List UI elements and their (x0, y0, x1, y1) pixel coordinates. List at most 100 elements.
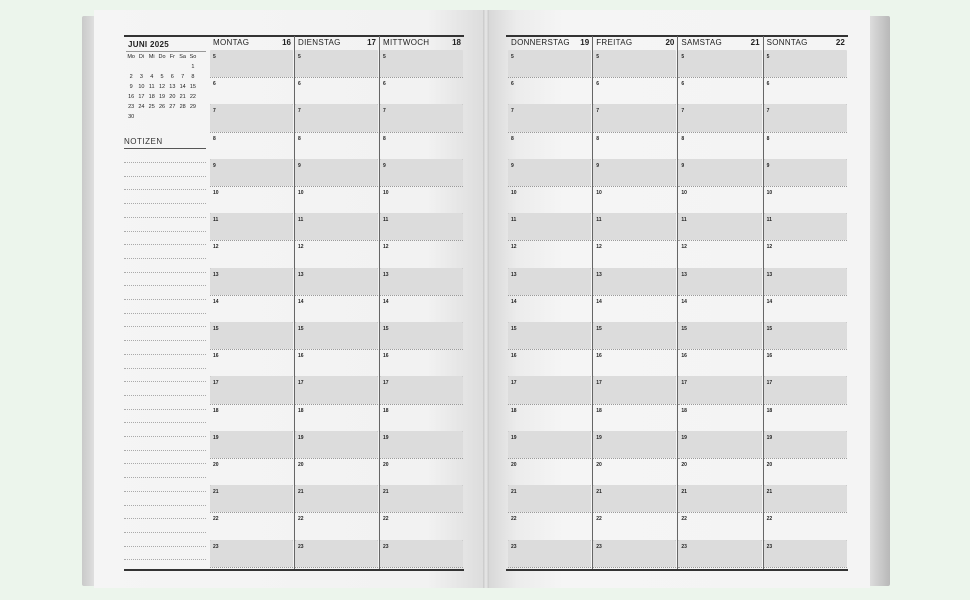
notes-line[interactable] (124, 518, 206, 520)
notes-line[interactable] (124, 244, 206, 246)
hour-slot-shaded[interactable] (508, 50, 592, 78)
hour-slot-shaded[interactable] (593, 322, 677, 350)
notes-line[interactable] (124, 531, 206, 533)
notes-line[interactable] (124, 203, 206, 205)
hour-slot-shaded[interactable] (210, 50, 293, 78)
notes-line[interactable] (124, 504, 206, 506)
hour-slot-shaded[interactable] (593, 539, 677, 567)
hour-slot-shaded[interactable] (763, 322, 847, 350)
hour-slot-shaded[interactable] (678, 485, 762, 513)
notes-line[interactable] (124, 257, 206, 259)
hour-slot-shaded[interactable] (210, 430, 293, 458)
hour-slot-shaded[interactable] (593, 104, 677, 132)
hour-slot-shaded[interactable] (593, 430, 677, 458)
hour-slot-shaded[interactable] (763, 50, 847, 78)
hour-slot-shaded[interactable] (380, 213, 463, 241)
hour-slot-shaded[interactable] (508, 322, 592, 350)
hour-slot-shaded[interactable] (210, 485, 293, 513)
hour-slot-shaded[interactable] (210, 376, 293, 404)
hour-slot-shaded[interactable] (593, 376, 677, 404)
notes-line[interactable] (124, 162, 206, 163)
hour-slot-shaded[interactable] (678, 50, 762, 78)
hour-slot-shaded[interactable] (763, 539, 847, 567)
hour-slot-shaded[interactable] (210, 322, 293, 350)
hour-slot-shaded[interactable] (763, 376, 847, 404)
notes-line[interactable] (124, 394, 206, 396)
hour-slot-shaded[interactable] (508, 104, 592, 132)
hour-slot-shaded[interactable] (678, 539, 762, 567)
notes-line[interactable] (124, 463, 206, 465)
notes-line[interactable] (124, 216, 206, 218)
notes-line[interactable] (124, 312, 206, 314)
hour-slot-shaded[interactable] (763, 213, 847, 241)
hour-slot-shaded[interactable] (295, 376, 378, 404)
notes-line[interactable] (124, 271, 206, 273)
hour-slot-shaded[interactable] (508, 430, 592, 458)
hour-slot-shaded[interactable] (295, 322, 378, 350)
hour-slot-shaded[interactable] (210, 104, 293, 132)
hour-slot-shaded[interactable] (295, 267, 378, 295)
hour-slot-shaded[interactable] (508, 539, 592, 567)
notes-line[interactable] (124, 477, 206, 479)
notes-line[interactable] (124, 449, 206, 451)
hour-slot-shaded[interactable] (380, 158, 463, 186)
hour-slot-shaded[interactable] (295, 104, 378, 132)
hour-slot-shaded[interactable] (210, 539, 293, 567)
hour-slot-shaded[interactable] (508, 376, 592, 404)
hour-slot-shaded[interactable] (593, 485, 677, 513)
hour-slot-shaded[interactable] (678, 267, 762, 295)
hour-slot-shaded[interactable] (593, 50, 677, 78)
hour-slot-shaded[interactable] (295, 213, 378, 241)
hour-slot-shaded[interactable] (380, 539, 463, 567)
hour-slot-shaded[interactable] (295, 158, 378, 186)
notes-line[interactable] (124, 340, 206, 342)
hour-slot-shaded[interactable] (295, 50, 378, 78)
hour-slot-shaded[interactable] (210, 158, 293, 186)
hour-slot-shaded[interactable] (678, 376, 762, 404)
hour-slot-shaded[interactable] (678, 430, 762, 458)
hour-slot-shaded[interactable] (593, 158, 677, 186)
notes-line[interactable] (124, 175, 206, 177)
notes-line[interactable] (124, 381, 206, 383)
hour-slot-shaded[interactable] (295, 485, 378, 513)
hour-slot-shaded[interactable] (380, 322, 463, 350)
hour-slot-shaded[interactable] (678, 322, 762, 350)
hour-slot-shaded[interactable] (380, 430, 463, 458)
notes-line[interactable] (124, 436, 206, 437)
notes-line[interactable] (124, 367, 206, 369)
hour-slot-shaded[interactable] (295, 539, 378, 567)
hour-slot-shaded[interactable] (295, 430, 378, 458)
notes-line[interactable] (124, 490, 206, 492)
hour-slot-shaded[interactable] (593, 267, 677, 295)
hour-slot-shaded[interactable] (210, 267, 293, 295)
notes-line[interactable] (124, 545, 206, 547)
notes-line[interactable] (124, 299, 206, 300)
hour-slot-shaded[interactable] (593, 213, 677, 241)
hour-slot-shaded[interactable] (763, 430, 847, 458)
hour-slot-shaded[interactable] (763, 267, 847, 295)
notes-line[interactable] (124, 189, 206, 191)
hour-slot-shaded[interactable] (380, 267, 463, 295)
hour-slot-shaded[interactable] (763, 104, 847, 132)
hour-slot-shaded[interactable] (380, 104, 463, 132)
hour-slot-shaded[interactable] (763, 485, 847, 513)
notes-line[interactable] (124, 230, 206, 232)
hour-slot-shaded[interactable] (380, 485, 463, 513)
notes-line[interactable] (124, 326, 206, 328)
hour-slot-shaded[interactable] (508, 158, 592, 186)
notes-line[interactable] (124, 559, 206, 561)
hour-slot-shaded[interactable] (508, 267, 592, 295)
hour-slot-shaded[interactable] (678, 104, 762, 132)
hour-slot-shaded[interactable] (508, 485, 592, 513)
hour-slot-shaded[interactable] (210, 213, 293, 241)
hour-slot-shaded[interactable] (763, 158, 847, 186)
hour-slot-shaded[interactable] (380, 376, 463, 404)
hour-slot-shaded[interactable] (678, 213, 762, 241)
notes-line[interactable] (124, 408, 206, 410)
notes-line[interactable] (124, 353, 206, 355)
hour-slot-shaded[interactable] (380, 50, 463, 78)
notes-line[interactable] (124, 422, 206, 424)
hour-slot-shaded[interactable] (508, 213, 592, 241)
hour-slot-shaded[interactable] (678, 158, 762, 186)
notes-line[interactable] (124, 285, 206, 287)
